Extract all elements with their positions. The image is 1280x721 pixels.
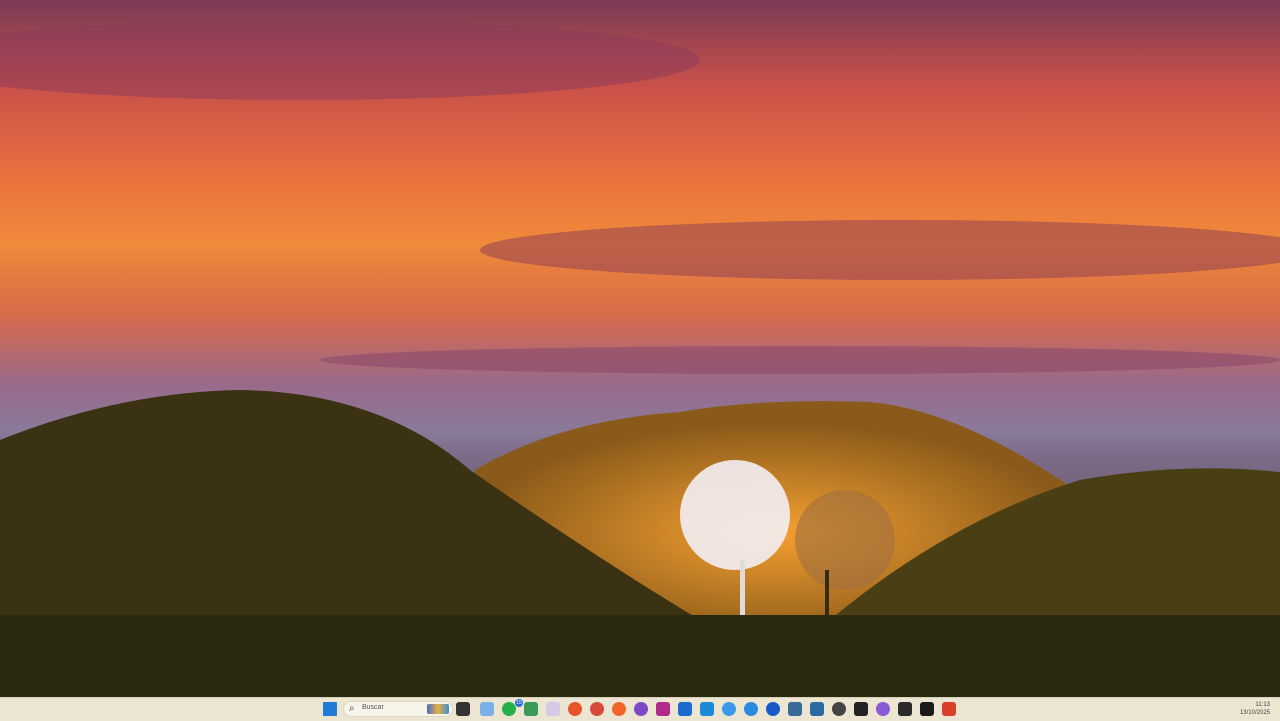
search-icon: ⌕	[349, 703, 355, 714]
notion-icon[interactable]	[854, 702, 868, 716]
photos-icon[interactable]	[524, 702, 538, 716]
search-placeholder: Buscar	[362, 704, 384, 711]
whatsapp-icon[interactable]	[502, 702, 516, 716]
blue-pin-app-icon[interactable]	[766, 702, 780, 716]
docker-icon[interactable]	[744, 702, 758, 716]
copilot-icon[interactable]	[480, 702, 494, 716]
task-view-icon[interactable]	[456, 702, 470, 716]
search-highlight-icon	[427, 704, 449, 714]
system-clock[interactable]: 11:13 13/10/2025	[1240, 701, 1270, 717]
purple-app-icon[interactable]	[634, 702, 648, 716]
whatsapp-notification-badge: 15	[515, 699, 523, 707]
blue-square-app-icon[interactable]	[810, 702, 824, 716]
jetbrains-icon[interactable]	[656, 702, 670, 716]
firefox-icon[interactable]	[568, 702, 582, 716]
gmail-icon[interactable]	[942, 702, 956, 716]
dark-app-icon[interactable]	[920, 702, 934, 716]
cloud-app-icon[interactable]	[722, 702, 736, 716]
outlook-icon[interactable]	[678, 702, 692, 716]
search-box[interactable]: ⌕ Buscar	[343, 701, 453, 717]
orange-app-icon[interactable]	[612, 702, 626, 716]
clock-time: 11:13	[1255, 702, 1270, 708]
clock-date: 13/10/2025	[1239, 710, 1270, 716]
wallpaper-hills	[0, 20, 1280, 697]
postgres-icon[interactable]	[788, 702, 802, 716]
taskbar: ⌕ Buscar 15 11:13 13/10/2025	[0, 697, 1280, 721]
chatgpt-icon[interactable]	[832, 702, 846, 716]
slack-icon[interactable]	[546, 702, 560, 716]
vscode-icon[interactable]	[700, 702, 714, 716]
chrome-icon[interactable]	[590, 702, 604, 716]
start-icon[interactable]	[323, 702, 337, 716]
terminal-icon[interactable]	[898, 702, 912, 716]
purple-drop-app-icon[interactable]	[876, 702, 890, 716]
desktop-wallpaper	[0, 0, 1280, 697]
